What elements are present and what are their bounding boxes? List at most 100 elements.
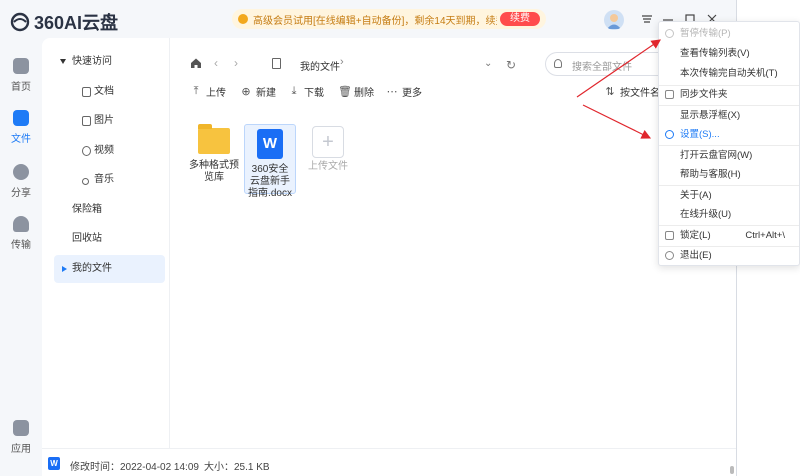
file-item-folder[interactable]: 多种格式预览库 — [188, 124, 240, 184]
menu-shortcut: Ctrl+Alt+\ — [745, 230, 785, 241]
menu-help[interactable]: 帮助与客服(H) — [659, 165, 799, 185]
menu-auto-shutdown[interactable]: 本次传输完自动关机(T) — [659, 64, 799, 84]
menu-settings[interactable]: 设置(S)... — [659, 125, 799, 145]
nav-share-label: 分享 — [11, 188, 31, 199]
renew-button[interactable]: 续费 — [500, 12, 540, 26]
nav-files[interactable]: 文件 — [0, 110, 42, 145]
menu-about[interactable]: 关于(A) — [659, 186, 799, 206]
menu-sync-folder[interactable]: 同步文件夹 — [659, 85, 799, 105]
file-name: 360安全云盘新手指南.docx — [248, 164, 292, 199]
music-icon — [82, 178, 89, 185]
nav-share[interactable]: 分享 — [0, 164, 42, 199]
file-item-docx[interactable]: W 360安全云盘新手指南.docx — [244, 124, 296, 199]
document-icon — [82, 87, 91, 97]
sort-icon: ⇅ — [605, 86, 615, 98]
nav-files-label: 文件 — [11, 134, 31, 145]
nav-row: ‹ › 我的文件 › ⌄ ↻ 搜索全部文件 — [170, 52, 736, 76]
menu-show-float[interactable]: 显示悬浮框(X) — [659, 106, 799, 126]
new-button[interactable]: ⊕ 新建 — [240, 84, 276, 99]
menu-label: 显示悬浮框(X) — [680, 110, 741, 121]
nav-apps-label: 应用 — [11, 444, 31, 455]
exit-icon — [665, 251, 674, 260]
plus-icon: + — [312, 126, 344, 158]
download-button[interactable]: ⤓ 下载 — [288, 84, 324, 99]
selected-arrow-icon — [62, 266, 67, 272]
menu-label: 打开云盘官网(W) — [680, 150, 753, 161]
promo-banner[interactable]: 高级会员试用[在线编辑+自动备份]，剩余14天到期，续费享特权 续费 — [232, 9, 546, 29]
tree-my-files-label: 我的文件 — [72, 263, 112, 274]
upload-label: 上传 — [206, 88, 226, 99]
delete-button[interactable]: 🗑 删除 — [338, 84, 374, 99]
forward-arrow-icon[interactable]: › — [234, 56, 238, 70]
menu-icon[interactable] — [640, 12, 654, 26]
more-button[interactable]: ⋯ 更多 — [386, 84, 423, 99]
tree-docs-label: 文档 — [94, 86, 114, 97]
upload-tile[interactable]: + 上传文件 — [302, 126, 354, 173]
nav-home-label: 首页 — [11, 82, 31, 93]
tree-item-docs[interactable]: 文档 — [54, 78, 165, 106]
toolbar: ⤒ 上传 ⊕ 新建 ⤓ 下载 🗑 删除 ⋯ 更多 ⇅ 按文件名排序 — [190, 84, 730, 102]
home-icon — [13, 58, 29, 74]
tray-menu: 暂停传输(P) 查看传输列表(V) 本次传输完自动关机(T) 同步文件夹 显示悬… — [658, 21, 800, 266]
left-nav: 首页 文件 分享 传输 应用 — [0, 38, 42, 476]
new-label: 新建 — [256, 88, 276, 99]
modified-time: 修改时间：2022-04-02 14:09 — [70, 462, 199, 473]
download-label: 下载 — [304, 88, 324, 99]
back-arrow-icon[interactable]: ‹ — [214, 56, 218, 70]
video-icon — [82, 146, 91, 156]
tree-music-label: 音乐 — [94, 174, 114, 185]
sync-folder-icon — [665, 90, 674, 99]
more-icon: ⋯ — [386, 86, 398, 98]
tree-item-safe[interactable]: 保险箱 — [54, 196, 165, 224]
scrollbar[interactable] — [730, 466, 734, 474]
tree-quick-access[interactable]: 快速访问 — [54, 48, 165, 76]
title-bar: 360AI云盘 高级会员试用[在线编辑+自动备份]，剩余14天到期，续费享特权 … — [0, 0, 736, 38]
menu-label: 设置(S)... — [680, 129, 720, 140]
menu-label: 帮助与客服(H) — [680, 169, 741, 180]
trash-icon: 🗑 — [338, 86, 352, 98]
refresh-icon[interactable]: ↻ — [506, 58, 516, 72]
logo-icon — [10, 12, 30, 32]
promo-text[interactable]: 高级会员试用[在线编辑+自动备份]，剩余14天到期，续费享特权 — [253, 12, 497, 27]
download-icon: ⤓ — [291, 85, 297, 97]
transfer-icon — [13, 216, 29, 232]
chevron-down-icon[interactable]: ⌄ — [484, 58, 492, 69]
tree-item-videos[interactable]: 视频 — [54, 137, 165, 165]
tree-item-music[interactable]: 音乐 — [54, 166, 165, 194]
menu-exit[interactable]: 退出(E) — [659, 246, 799, 266]
search-input[interactable]: 搜索全部文件 — [572, 58, 632, 73]
nav-home[interactable]: 首页 — [0, 58, 42, 93]
avatar-icon — [607, 14, 621, 29]
word-doc-icon: W — [257, 129, 283, 159]
menu-view-transfer-list[interactable]: 查看传输列表(V) — [659, 44, 799, 64]
tree-item-recycle[interactable]: 回收站 — [54, 225, 165, 253]
menu-lock[interactable]: 锁定(L) Ctrl+Alt+\ — [659, 226, 799, 246]
home-icon[interactable] — [190, 57, 202, 69]
tree-safe-label: 保险箱 — [72, 204, 102, 215]
share-icon — [13, 164, 29, 180]
file-size: 大小：25.1 KB — [204, 462, 270, 473]
tree-item-my-files[interactable]: 我的文件 — [54, 255, 165, 283]
gear-icon — [665, 130, 674, 139]
breadcrumb-current[interactable]: 我的文件 — [300, 58, 340, 73]
folder-crumb-icon — [272, 58, 281, 69]
menu-pause-transfer[interactable]: 暂停传输(P) — [659, 24, 799, 44]
nav-transfer[interactable]: 传输 — [0, 216, 42, 251]
tree-videos-label: 视频 — [94, 145, 114, 156]
file-name: 多种格式预览库 — [189, 160, 239, 183]
tree-item-images[interactable]: 图片 — [54, 107, 165, 135]
image-icon — [82, 116, 91, 126]
menu-open-website[interactable]: 打开云盘官网(W) — [659, 146, 799, 166]
menu-online-upgrade[interactable]: 在线升级(U) — [659, 205, 799, 225]
tree-recycle-label: 回收站 — [72, 233, 102, 244]
tree-images-label: 图片 — [94, 115, 114, 126]
app-logo: 360AI云盘 — [10, 9, 118, 35]
avatar[interactable] — [604, 10, 624, 30]
upload-button[interactable]: ⤒ 上传 — [190, 84, 226, 99]
expand-icon — [60, 59, 66, 64]
folder-tree: 快速访问 文档 图片 视频 音乐 保险箱 回收站 我的文件 — [42, 38, 170, 448]
lock-icon — [665, 231, 674, 240]
breadcrumb-chevron-icon[interactable]: › — [340, 56, 344, 68]
nav-apps[interactable]: 应用 — [0, 420, 42, 455]
crown-icon — [238, 14, 248, 24]
